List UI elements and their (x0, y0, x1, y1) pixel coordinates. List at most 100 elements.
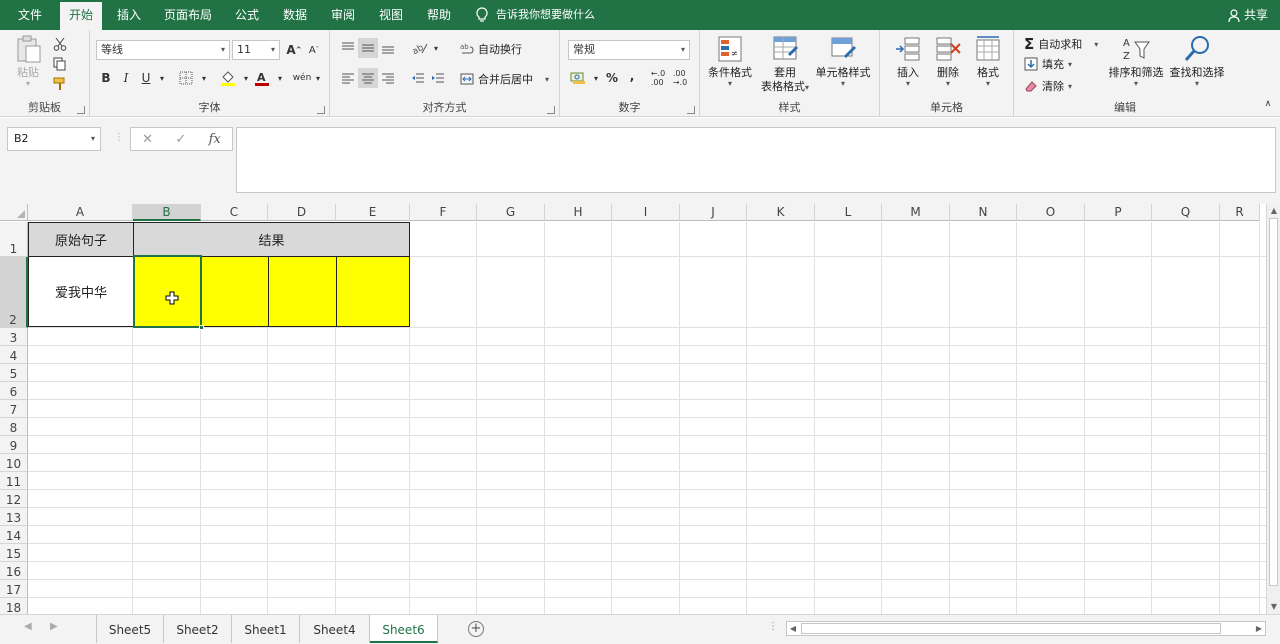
column-header-o[interactable]: O (1017, 204, 1085, 221)
row-header-5[interactable]: 5 (0, 364, 28, 382)
comma-button[interactable]: , (622, 66, 642, 86)
conditional-format-button[interactable]: ≠ 条件格式 ▾ (706, 34, 754, 88)
wrap-text-button[interactable]: ab 自动换行 (460, 41, 522, 57)
sheet-tab-sheet6[interactable]: Sheet6 (370, 615, 438, 643)
autosum-button[interactable]: Σ 自动求和 ▾ (1024, 35, 1098, 53)
tab-splitter-icon[interactable]: ⋮ (768, 621, 778, 632)
sheet-tab-sheet2[interactable]: Sheet2 (164, 615, 232, 643)
fill-handle[interactable] (199, 325, 204, 330)
column-header-e[interactable]: E (336, 204, 410, 221)
cell-D2[interactable] (268, 256, 337, 327)
column-header-l[interactable]: L (815, 204, 882, 221)
font-color-dropdown[interactable]: ▾ (270, 68, 290, 88)
sheet-prev-icon[interactable]: ◀ (24, 621, 32, 632)
cut-button[interactable] (50, 34, 70, 54)
row-header-8[interactable]: 8 (0, 418, 28, 436)
border-button[interactable] (176, 68, 196, 88)
tab-help[interactable]: 帮助 (418, 0, 460, 30)
tab-review[interactable]: 审阅 (322, 0, 364, 30)
border-dropdown[interactable]: ▾ (194, 68, 214, 88)
row-header-2[interactable]: 2 (0, 257, 28, 328)
column-header-b[interactable]: B (133, 204, 201, 221)
row-header-13[interactable]: 13 (0, 508, 28, 526)
column-header-d[interactable]: D (268, 204, 336, 221)
fill-color-button[interactable] (218, 68, 238, 88)
tab-page-layout[interactable]: 页面布局 (158, 0, 218, 30)
number-format-select[interactable]: 常规 ▾ (568, 40, 690, 60)
sheet-next-icon[interactable]: ▶ (50, 621, 58, 632)
align-center-icon[interactable] (358, 68, 378, 88)
row-header-9[interactable]: 9 (0, 436, 28, 454)
underline-dropdown[interactable]: ▾ (152, 68, 172, 88)
scroll-right-icon[interactable]: ▶ (1253, 622, 1265, 635)
cell-styles-button[interactable]: 单元格样式 ▾ (814, 34, 872, 88)
scroll-down-icon[interactable]: ▼ (1269, 602, 1279, 612)
cell-C2[interactable] (201, 256, 269, 327)
orientation-dropdown[interactable]: ▾ (426, 38, 446, 58)
decrease-indent-icon[interactable] (408, 68, 428, 88)
clear-button[interactable]: 清除 ▾ (1024, 78, 1072, 94)
select-all-button[interactable] (0, 204, 28, 221)
column-header-q[interactable]: Q (1152, 204, 1220, 221)
row-header-14[interactable]: 14 (0, 526, 28, 544)
bold-button[interactable]: B (96, 68, 116, 88)
alignment-launcher-icon[interactable] (547, 106, 555, 114)
row-header-4[interactable]: 4 (0, 346, 28, 364)
merge-center-button[interactable]: 合并后居中 ▾ (460, 71, 549, 87)
delete-cells-button[interactable]: 删除 ▾ (930, 34, 966, 88)
column-header-k[interactable]: K (747, 204, 815, 221)
horizontal-scroll-thumb[interactable] (801, 623, 1221, 634)
tab-home[interactable]: 开始 (60, 2, 102, 30)
sheet-tab-sheet5[interactable]: Sheet5 (96, 615, 164, 643)
cell-E2[interactable] (336, 256, 410, 327)
tab-file[interactable]: 文件 (6, 0, 54, 30)
column-header-h[interactable]: H (545, 204, 612, 221)
tab-insert[interactable]: 插入 (108, 0, 150, 30)
row-header-1[interactable]: 1 (0, 222, 28, 257)
sort-filter-button[interactable]: AZ 排序和筛选 ▾ (1106, 34, 1166, 88)
scroll-up-icon[interactable]: ▲ (1269, 206, 1279, 216)
vertical-scroll-thumb[interactable] (1269, 218, 1278, 586)
sheet-tab-sheet1[interactable]: Sheet1 (232, 615, 300, 643)
worksheet-grid[interactable]: ABCDEFGHIJKLMNOPQR 1 2 3 4 5 6 7 8 9 10 11 12 13 14 15… (0, 204, 1266, 614)
phonetic-dropdown[interactable]: ▾ (308, 68, 328, 88)
row-header-7[interactable]: 7 (0, 400, 28, 418)
enter-icon[interactable]: ✓ (175, 132, 186, 147)
row-header-11[interactable]: 11 (0, 472, 28, 490)
tell-me-search[interactable]: 告诉我你想要做什么 (476, 0, 595, 30)
cell-B1-merged[interactable]: 结果 (133, 222, 410, 257)
align-top-icon[interactable] (338, 38, 358, 58)
row-header-12[interactable]: 12 (0, 490, 28, 508)
column-header-c[interactable]: C (201, 204, 268, 221)
number-launcher-icon[interactable] (687, 106, 695, 114)
column-header-p[interactable]: P (1085, 204, 1152, 221)
font-name-select[interactable]: 等线 ▾ (96, 40, 230, 60)
align-left-icon[interactable] (338, 68, 358, 88)
vertical-scrollbar[interactable]: ▲ ▼ (1266, 204, 1280, 614)
collapse-ribbon-icon[interactable]: ∧ (1258, 94, 1278, 114)
decrease-decimal-icon[interactable]: .00 →.0 (670, 68, 690, 88)
row-header-6[interactable]: 6 (0, 382, 28, 400)
horizontal-scrollbar[interactable]: ◀ ▶ (786, 621, 1266, 636)
column-header-f[interactable]: F (410, 204, 477, 221)
font-size-select[interactable]: 11 ▾ (232, 40, 280, 60)
insert-cells-button[interactable]: 插入 ▾ (890, 34, 926, 88)
row-header-10[interactable]: 10 (0, 454, 28, 472)
decrease-font-button[interactable]: Aˇ (304, 40, 324, 60)
insert-function-icon[interactable]: fx (209, 132, 221, 147)
column-header-a[interactable]: A (28, 204, 133, 221)
cancel-icon[interactable]: ✕ (142, 132, 153, 147)
add-sheet-icon[interactable]: + (468, 621, 484, 637)
row-header-3[interactable]: 3 (0, 328, 28, 346)
font-color-button[interactable]: A (252, 68, 272, 88)
tab-view[interactable]: 视图 (370, 0, 412, 30)
align-right-icon[interactable] (378, 68, 398, 88)
cell-A1[interactable]: 原始句子 (28, 222, 134, 257)
accounting-format-icon[interactable] (568, 68, 588, 88)
percent-button[interactable]: % (602, 68, 622, 88)
row-header-15[interactable]: 15 (0, 544, 28, 562)
row-header-16[interactable]: 16 (0, 562, 28, 580)
format-cells-button[interactable]: 格式 ▾ (970, 34, 1006, 88)
format-as-table-button[interactable]: 套用 表格格式▾ (756, 34, 814, 95)
column-header-i[interactable]: I (612, 204, 680, 221)
